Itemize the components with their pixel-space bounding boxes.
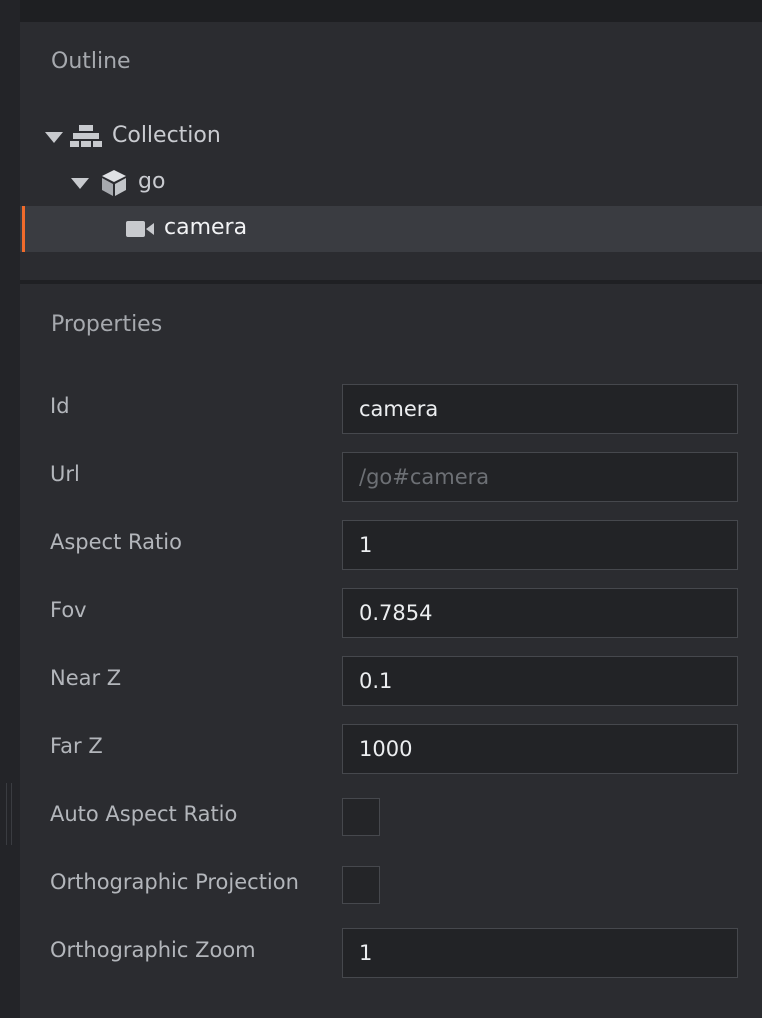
properties-title: Properties — [51, 312, 163, 337]
tree-item-label: camera — [164, 215, 248, 240]
property-auto-aspect-ratio: Auto Aspect Ratio — [20, 798, 762, 854]
property-label: Auto Aspect Ratio — [50, 802, 238, 826]
left-strip — [0, 0, 20, 1018]
property-label: Orthographic Projection — [50, 870, 299, 894]
property-orthographic-zoom: Orthographic Zoom — [20, 928, 762, 982]
property-orthographic-projection: Orthographic Projection — [20, 866, 762, 922]
property-fov: Fov — [20, 588, 762, 642]
property-label: Id — [50, 394, 70, 418]
tree-item-label: go — [138, 169, 166, 194]
selection-indicator — [22, 206, 25, 252]
far-z-field[interactable] — [342, 724, 738, 774]
near-z-field[interactable] — [342, 656, 738, 706]
id-field[interactable] — [342, 384, 738, 434]
game-object-icon — [102, 170, 126, 196]
tree-item-camera[interactable]: camera — [20, 206, 762, 252]
property-near-z: Near Z — [20, 656, 762, 710]
splitter-grip[interactable] — [6, 783, 12, 845]
outline-title: Outline — [51, 49, 131, 74]
tree-item-collection[interactable]: Collection — [20, 114, 762, 160]
property-label: Orthographic Zoom — [50, 938, 256, 962]
property-label: Url — [50, 462, 80, 486]
auto-aspect-ratio-checkbox[interactable] — [342, 798, 380, 836]
property-label: Far Z — [50, 734, 103, 758]
property-label: Near Z — [50, 666, 122, 690]
orthographic-zoom-field[interactable] — [342, 928, 738, 978]
aspect-ratio-field[interactable] — [342, 520, 738, 570]
collection-icon — [70, 125, 102, 147]
property-url: Url — [20, 452, 762, 506]
expand-arrow-icon[interactable] — [45, 132, 63, 143]
property-id: Id — [20, 384, 762, 438]
top-bar — [20, 0, 762, 22]
tree-item-label: Collection — [112, 123, 221, 148]
fov-field[interactable] — [342, 588, 738, 638]
property-far-z: Far Z — [20, 724, 762, 778]
url-field[interactable] — [342, 452, 738, 502]
tree-item-go[interactable]: go — [20, 160, 762, 206]
expand-arrow-icon[interactable] — [71, 178, 89, 189]
property-label: Fov — [50, 598, 87, 622]
outline-panel: Outline Collection go camera — [20, 22, 762, 280]
property-aspect-ratio: Aspect Ratio — [20, 520, 762, 574]
camera-icon — [126, 221, 154, 237]
orthographic-projection-checkbox[interactable] — [342, 866, 380, 904]
properties-panel: Properties Id Url Aspect Ratio Fov Near … — [20, 284, 762, 1018]
property-label: Aspect Ratio — [50, 530, 182, 554]
